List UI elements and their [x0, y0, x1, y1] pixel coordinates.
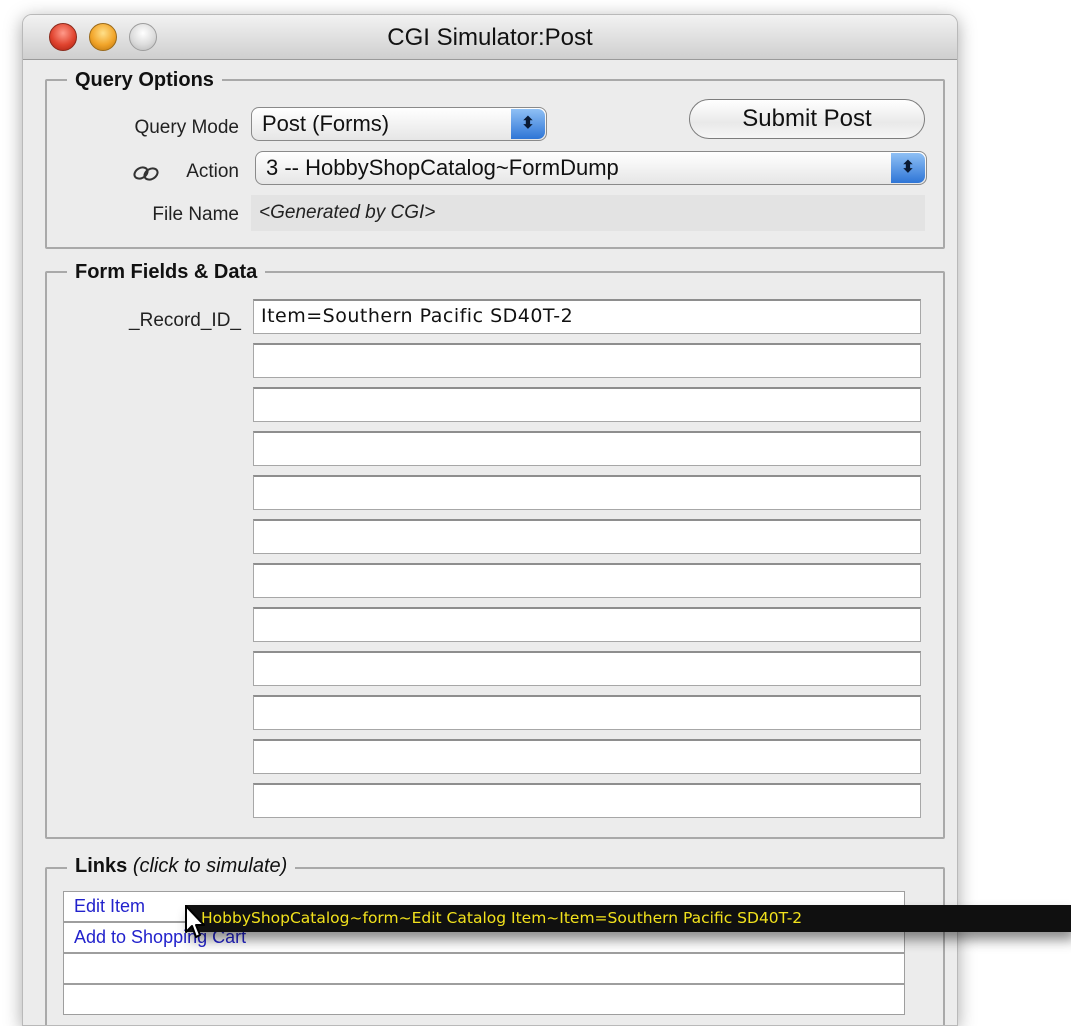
- links-label: Links (click to simulate): [67, 855, 296, 878]
- submit-post-button[interactable]: Submit Post: [689, 99, 925, 139]
- query-options-label: Query Options: [67, 69, 222, 92]
- action-value: 3 -- HobbyShopCatalog~FormDump: [266, 155, 619, 180]
- form-field-input[interactable]: [253, 607, 921, 642]
- query-mode-label: Query Mode: [134, 117, 239, 138]
- mouse-pointer-icon: [184, 904, 208, 945]
- links-hint: (click to simulate): [132, 855, 288, 877]
- form-field-input[interactable]: Item=Southern Pacific SD40T-2: [253, 299, 921, 334]
- form-field-input[interactable]: [253, 343, 921, 378]
- link-icon: [131, 161, 161, 185]
- form-field-input[interactable]: [253, 563, 921, 598]
- action-popup[interactable]: 3 -- HobbyShopCatalog~FormDump ⬍: [255, 151, 927, 185]
- query-mode-value: Post (Forms): [262, 111, 390, 136]
- form-field-input[interactable]: [253, 695, 921, 730]
- popup-arrows-icon: ⬍: [891, 153, 925, 183]
- record-id-label: _Record_ID_: [129, 310, 241, 331]
- form-field-input[interactable]: [253, 387, 921, 422]
- window-title: CGI Simulator:Post: [387, 24, 593, 51]
- query-mode-popup[interactable]: Post (Forms) ⬍: [251, 107, 547, 141]
- action-label: Action: [186, 161, 239, 182]
- file-name-field: <Generated by CGI>: [251, 195, 925, 231]
- link-row[interactable]: [63, 984, 905, 1015]
- link-row[interactable]: [63, 953, 905, 984]
- form-field-input[interactable]: [253, 739, 921, 774]
- form-field-input[interactable]: [253, 783, 921, 818]
- form-field-input[interactable]: [253, 651, 921, 686]
- title-bar[interactable]: CGI Simulator:Post: [23, 15, 957, 60]
- cgi-simulator-window: CGI Simulator:Post Query Options Query M…: [22, 14, 958, 1026]
- form-field-input[interactable]: [253, 519, 921, 554]
- form-field-input[interactable]: [253, 475, 921, 510]
- link-tooltip: HobbyShopCatalog~form~Edit Catalog Item~…: [185, 905, 1071, 932]
- file-name-label: File Name: [152, 204, 239, 225]
- form-field-input[interactable]: [253, 431, 921, 466]
- links-title: Links: [75, 855, 128, 877]
- popup-arrows-icon: ⬍: [511, 109, 545, 139]
- form-fields-label: Form Fields & Data: [67, 261, 266, 284]
